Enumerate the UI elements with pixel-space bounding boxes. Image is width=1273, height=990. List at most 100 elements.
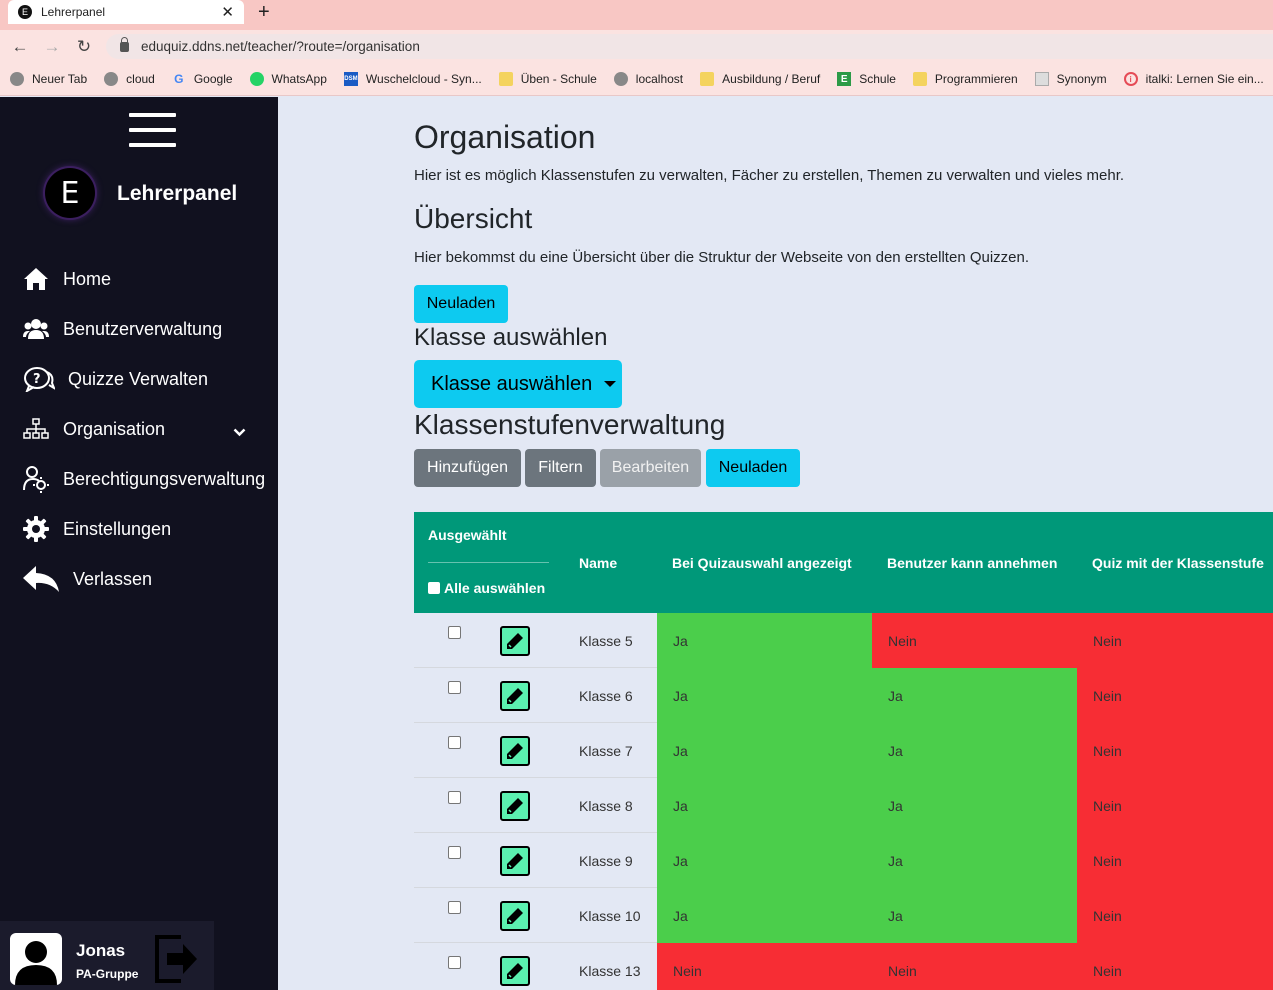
reload-icon[interactable]: ↻ (68, 37, 100, 57)
cell-name: Klasse 9 (579, 852, 633, 869)
pencil-icon (507, 908, 523, 924)
sitemap-icon (22, 415, 50, 443)
table-row: Klasse 5 Ja Nein Nein (414, 613, 1273, 668)
sidebar-item-quizze[interactable]: ? Quizze Verwalten (0, 354, 278, 404)
row-checkbox[interactable] (448, 681, 461, 694)
row-edit-button[interactable] (500, 681, 530, 711)
bookmark-item[interactable]: i italki: Lernen Sie ein... (1123, 72, 1264, 86)
cell-name: Klasse 6 (579, 687, 633, 704)
header-divider (428, 562, 549, 563)
forward-icon[interactable]: → (36, 37, 68, 57)
row-edit-button[interactable] (500, 791, 530, 821)
logout-icon[interactable] (153, 933, 198, 985)
cell-accept: Ja (872, 668, 1077, 723)
cell-quiz: Nein (1077, 723, 1273, 778)
new-tab-icon[interactable]: + (258, 1, 270, 24)
whatsapp-icon (249, 72, 264, 86)
row-checkbox[interactable] (448, 846, 461, 859)
sidebar-item-users[interactable]: Benutzerverwaltung (0, 304, 278, 354)
row-checkbox[interactable] (448, 626, 461, 639)
sidebar-item-home[interactable]: Home (0, 254, 278, 304)
overview-reload-button[interactable]: Neuladen (414, 285, 508, 323)
bookmark-label: Synonym (1056, 72, 1107, 86)
cell-accept: Nein (872, 943, 1077, 990)
overview-title: Übersicht (414, 203, 533, 234)
sidebar-item-organisation[interactable]: Organisation (0, 404, 278, 454)
main-content: Organisation Hier ist es möglich Klassen… (414, 97, 1273, 990)
column-header-name: Name (579, 555, 618, 571)
back-icon[interactable]: ← (4, 37, 36, 57)
class-select-dropdown[interactable]: Klasse auswählen (414, 360, 622, 408)
e-icon: E (837, 72, 852, 86)
cell-accept: Nein (872, 613, 1077, 668)
bookmark-label: Neuer Tab (32, 72, 88, 86)
bookmark-label: Programmieren (934, 72, 1018, 86)
dsm-icon: DSM (343, 72, 358, 86)
row-edit-button[interactable] (500, 846, 530, 876)
row-checkbox[interactable] (448, 956, 461, 969)
table-row: Klasse 6 Ja Ja Nein (414, 668, 1273, 723)
browser-tab[interactable]: E Lehrerpanel ✕ (8, 0, 244, 24)
svg-text:?: ? (33, 372, 41, 387)
bookmark-item[interactable]: Üben - Schule (498, 72, 597, 86)
cell-name: Klasse 13 (579, 962, 641, 979)
cell-quiz: Nein (1077, 668, 1273, 723)
user-name: Jonas (76, 941, 126, 960)
permission-icon (22, 465, 50, 493)
hamburger-menu-icon[interactable] (129, 113, 176, 147)
tab-close-icon[interactable]: ✕ (221, 3, 234, 21)
select-all-checkbox[interactable]: Alle auswählen (428, 580, 545, 596)
class-select-title: Klasse auswählen (414, 324, 608, 351)
sidebar-item-berechtigung[interactable]: Berechtigungsverwaltung (0, 454, 278, 504)
bookmark-item[interactable]: G Google (172, 72, 233, 86)
add-button[interactable]: Hinzufügen (414, 449, 521, 487)
column-header-shown: Bei Quizauswahl angezeigt (672, 555, 852, 571)
bookmarks-bar: Neuer Tab cloud G Google WhatsApp DSM Wuschelc… (0, 63, 1273, 96)
bookmark-item[interactable]: Synonym (1034, 72, 1107, 86)
bookmark-item[interactable]: Neuer Tab (10, 72, 87, 86)
bookmark-label: Google (193, 72, 233, 86)
toolbar-reload-button[interactable]: Neuladen (706, 449, 800, 487)
row-edit-button[interactable] (500, 736, 530, 766)
select-all-label: Alle auswählen (444, 580, 546, 596)
overview-text: Hier bekommst du eine Übersicht über die… (414, 249, 1030, 266)
cell-shown: Ja (657, 613, 872, 668)
bookmark-label: WhatsApp (271, 72, 327, 86)
row-edit-button[interactable] (500, 956, 530, 986)
bookmark-item[interactable]: Ausbildung / Beruf (700, 72, 820, 86)
address-bar[interactable]: eduquiz.ddns.net/teacher/?route=/organis… (106, 34, 1273, 59)
sidebar-item-verlassen[interactable]: Verlassen (0, 554, 278, 604)
bookmark-item[interactable]: Programmieren (912, 72, 1018, 86)
cell-accept: Ja (872, 888, 1077, 943)
bookmark-label: Schule (859, 72, 896, 86)
cell-name: Klasse 5 (579, 632, 633, 649)
row-checkbox[interactable] (448, 901, 461, 914)
bookmark-item[interactable]: E Schule (837, 72, 896, 86)
browser-navbar: ← → ↻ eduquiz.ddns.net/teacher/?route=/o… (0, 30, 1273, 63)
bookmark-item[interactable]: cloud (104, 72, 155, 86)
row-edit-button[interactable] (500, 626, 530, 656)
users-icon (22, 315, 50, 343)
bookmark-item[interactable]: localhost (613, 72, 683, 86)
edit-button[interactable]: Bearbeiten (600, 449, 701, 487)
bookmark-item[interactable]: WhatsApp (249, 72, 327, 86)
cell-name: Klasse 8 (579, 797, 633, 814)
page-title: Organisation (414, 119, 596, 155)
row-checkbox[interactable] (448, 791, 461, 804)
cell-accept: Ja (872, 833, 1077, 888)
cell-shown: Ja (657, 723, 872, 778)
user-group: PA-Gruppe (76, 967, 139, 981)
chevron-down-icon[interactable] (233, 421, 246, 442)
table-row: Klasse 10 Ja Ja Nein (414, 888, 1273, 943)
row-checkbox[interactable] (448, 736, 461, 749)
cell-shown: Ja (657, 888, 872, 943)
row-edit-button[interactable] (500, 901, 530, 931)
tab-title: Lehrerpanel (41, 5, 106, 19)
sidebar-item-label: Home (63, 268, 112, 289)
sidebar-item-einstellungen[interactable]: Einstellungen (0, 504, 278, 554)
filter-button[interactable]: Filtern (525, 449, 596, 487)
folder-icon (700, 72, 715, 86)
bookmark-item[interactable]: DSM Wuschelcloud - Syn... (343, 72, 482, 86)
cell-quiz: Nein (1077, 613, 1273, 668)
user-card: Jonas PA-Gruppe (0, 921, 214, 990)
